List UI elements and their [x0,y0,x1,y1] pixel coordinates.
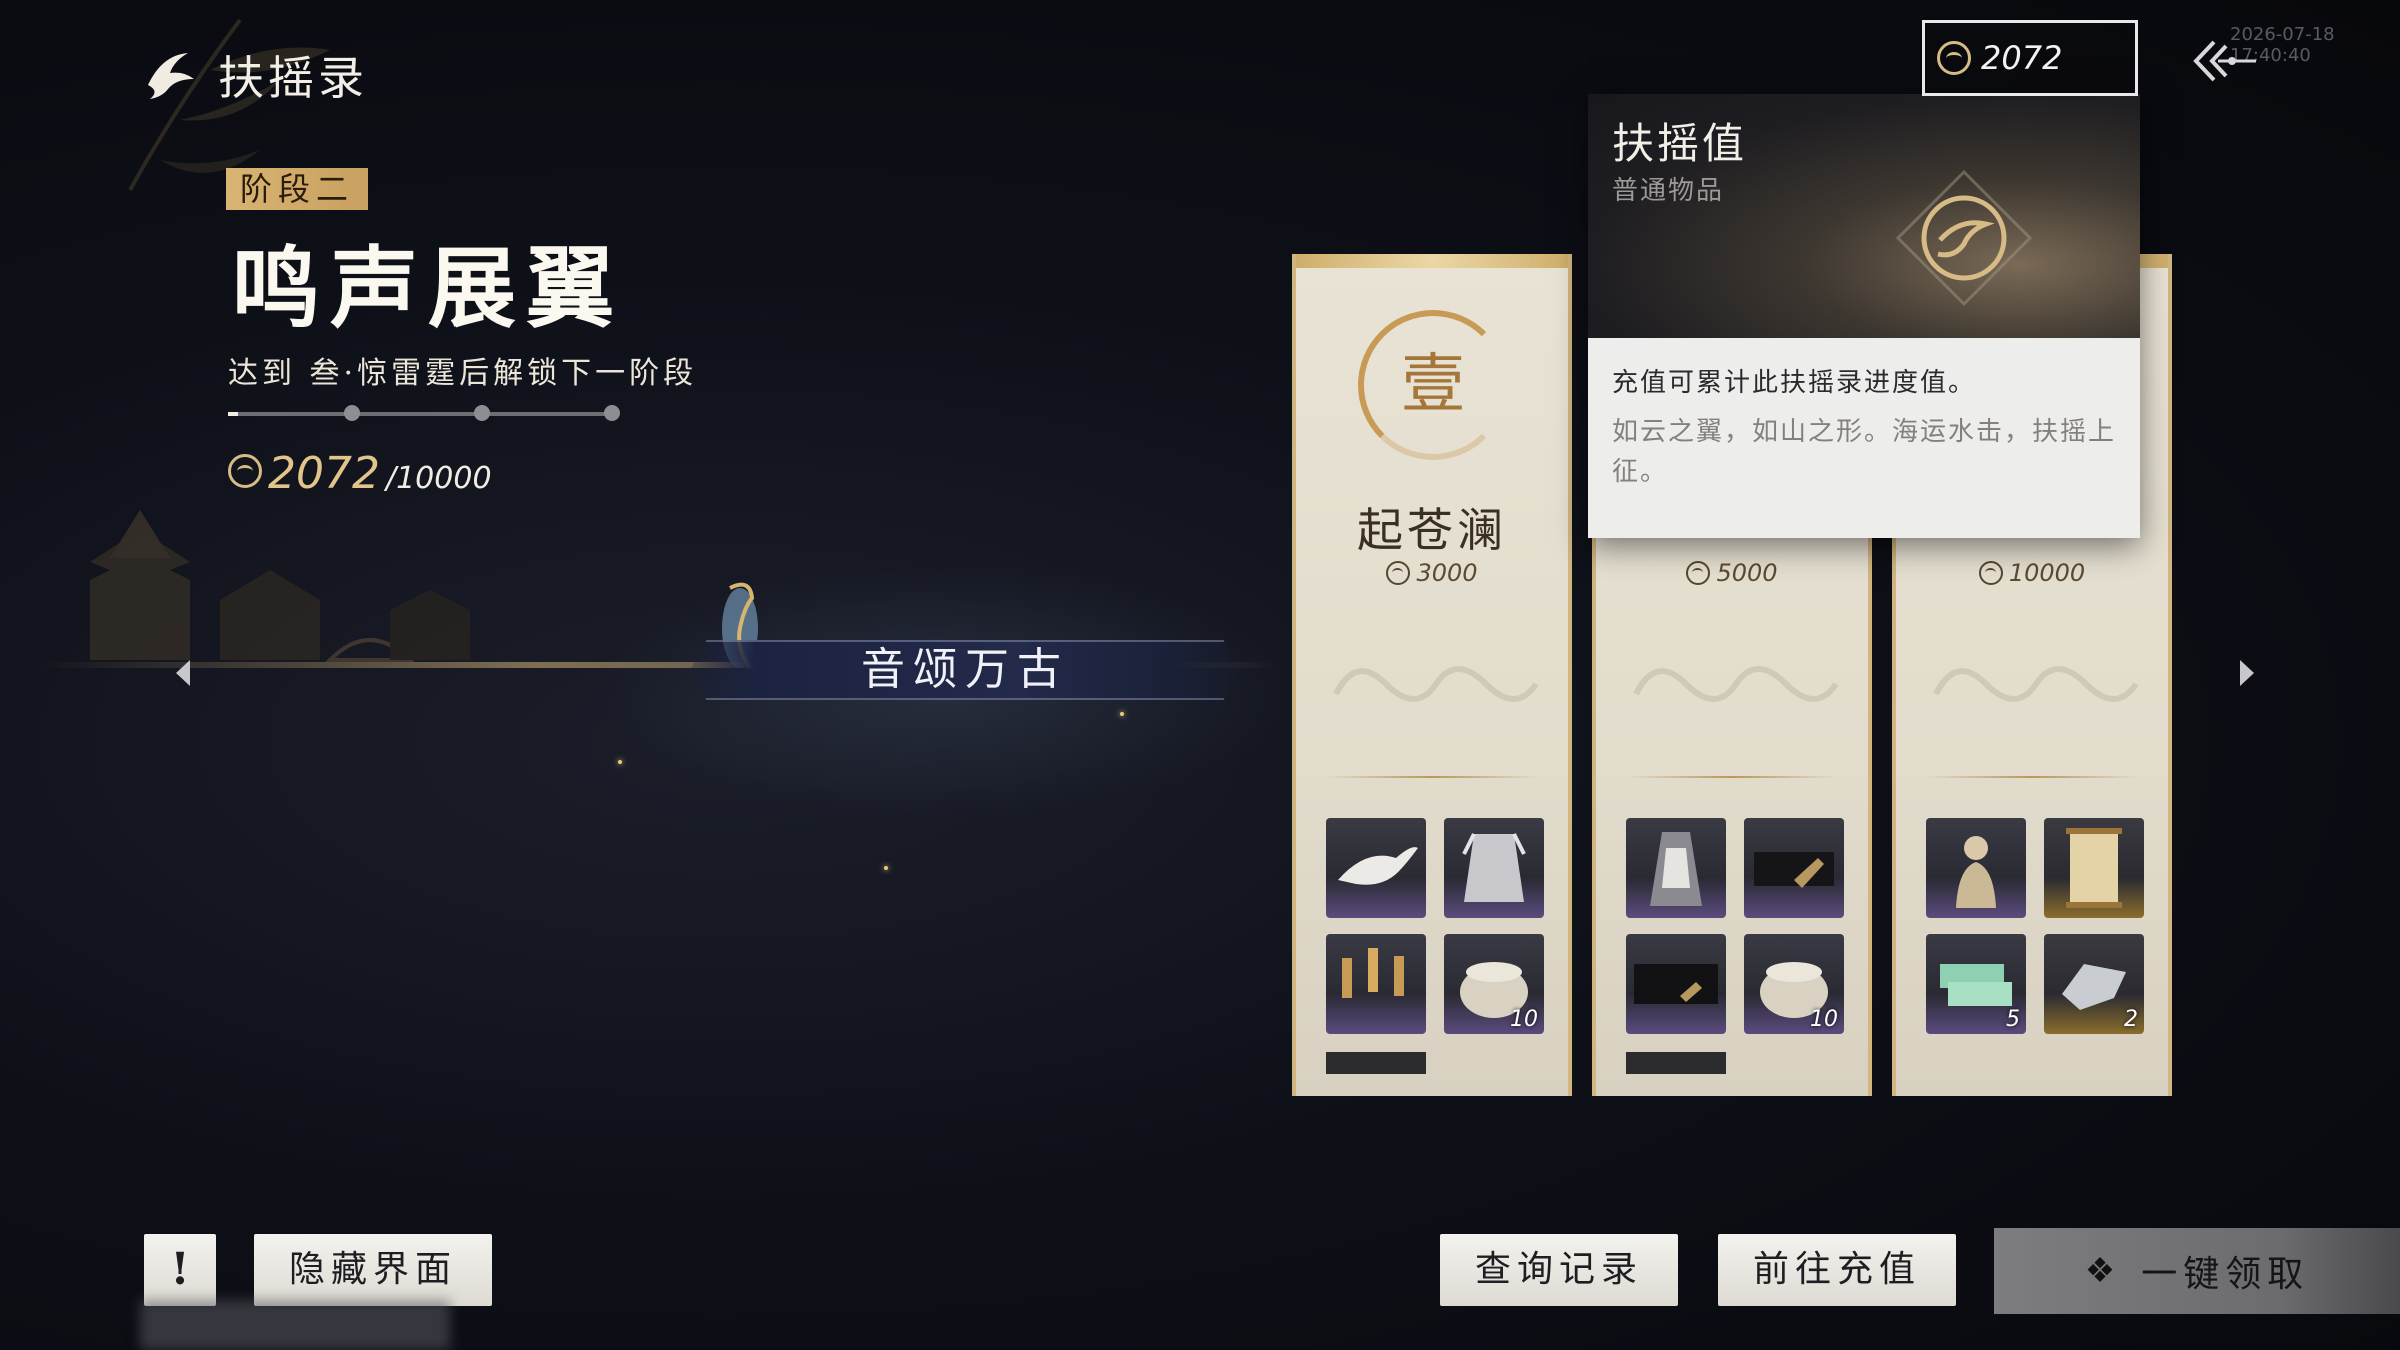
cloud-pattern [1333,666,1539,702]
stage-banner-label: 音颂万古 [861,644,1069,695]
sparkle [1120,712,1124,716]
claim-all-label: 一键领取 [2141,1254,2310,1295]
card-name: 起苍澜 [1357,503,1507,557]
blurred-overlay [140,1300,450,1350]
item-count: 10 [1510,1007,1538,1032]
reward-item[interactable]: 5 [1926,934,2026,1034]
reward-item[interactable] [1326,818,1426,918]
progress-readout: 2072 /10000 [228,448,492,499]
item-count: 5 [2006,1007,2020,1032]
robe-costume-icon [1650,832,1702,906]
reward-item[interactable]: 10 [1744,934,1844,1034]
golden-lanterns-icon [1342,948,1404,998]
reward-card[interactable]: 壹 起苍澜 3000 10 [1292,254,1572,1096]
page-title: 扶摇录 [218,51,368,105]
fuyao-coin-icon [1937,41,1971,75]
tooltip-usage: 充值可累计此扶摇录进度值。 [1612,368,1977,398]
go-recharge-button[interactable]: 前往充值 [1718,1234,1956,1306]
page-header: 扶摇录 [140,42,368,108]
reward-item[interactable] [1444,818,1544,918]
reward-item[interactable]: 2 [2044,934,2144,1034]
card-cost: 10000 [1896,559,2168,587]
stage-badge: 阶段二 [226,168,369,210]
figure-statue-icon [1956,836,1996,908]
card-cost: 3000 [1296,559,1568,587]
reward-item[interactable]: 10 [1444,934,1544,1034]
card-cost-value: 3000 [1416,559,1478,587]
card-divider [1326,776,1538,778]
golden-scroll-icon [2066,828,2122,908]
info-button[interactable]: ! [144,1234,216,1306]
stage-progress-node [344,405,360,421]
query-records-button[interactable]: 查询记录 [1440,1234,1678,1306]
stage-progress-node [604,405,620,421]
stage-title: 鸣声展翼 [232,236,625,340]
back-arrow-icon[interactable] [2190,36,2260,86]
next-stage-arrow[interactable] [2240,660,2254,686]
progress-max: /10000 [385,461,492,496]
fuyao-coin-icon [228,454,262,488]
card-cost-value: 10000 [2008,559,2086,587]
reward-item[interactable] [1926,818,2026,918]
progress-current: 2072 [268,448,380,499]
card-numeral: 壹 [1401,348,1465,422]
white-dove-icon [1338,847,1418,885]
dark-blade-icon [1754,852,1834,888]
previous-stage-arrow[interactable] [176,660,190,686]
tooltip-subtitle: 普通物品 [1612,176,1725,206]
reward-item[interactable] [2044,818,2144,918]
claim-status-bar [1626,1052,1726,1074]
item-count: 2 [2124,1007,2138,1032]
item-tooltip: 扶摇值 普通物品 充值可累计此扶摇录进度值。 如云之翼，如山之形。海运水击，扶摇… [1588,94,2140,538]
stage-progress-node [474,405,490,421]
hide-ui-button[interactable]: 隐藏界面 [254,1234,492,1306]
cloud-pattern [1933,666,2139,702]
fuyao-coin-icon [1978,561,2003,585]
stage-description: 达到 叁·惊雷霆后解锁下一阶段 [228,356,698,391]
palace-silhouette [90,510,470,662]
bird-icon [148,53,194,99]
claim-all-button[interactable]: ❖ 一键领取 [1994,1228,2400,1314]
tooltip-title: 扶摇值 [1612,119,1748,168]
stage-progress-track [228,412,616,416]
sparkle [618,760,622,764]
currency-display[interactable]: 2072 [1922,20,2138,96]
reward-item[interactable] [1626,934,1726,1034]
card-cost: 5000 [1596,559,1868,587]
reward-item[interactable] [1744,818,1844,918]
item-count: 10 [1810,1007,1838,1032]
sparkle [884,866,888,870]
fuyao-coin-icon [1686,561,1711,585]
diamond-cluster-icon: ❖ [2084,1251,2122,1291]
fuyao-emblem-icon [1895,169,2033,307]
fuyao-coin-icon [1386,561,1411,585]
currency-value: 2072 [1981,39,2063,77]
card-divider [1926,776,2138,778]
silver-garment-icon [1462,833,1526,902]
card-divider [1626,776,1838,778]
stage-progress-fill [228,412,238,416]
card-cost-value: 5000 [1716,559,1778,587]
dark-scroll-icon [1634,964,1718,1004]
reward-item[interactable] [1626,818,1726,918]
tooltip-flavor: 如云之翼，如山之形。海运水击，扶摇上征。 [1612,417,2117,487]
claim-status-bar [1326,1052,1426,1074]
cloud-pattern [1633,666,1839,702]
reward-item[interactable] [1326,934,1426,1034]
